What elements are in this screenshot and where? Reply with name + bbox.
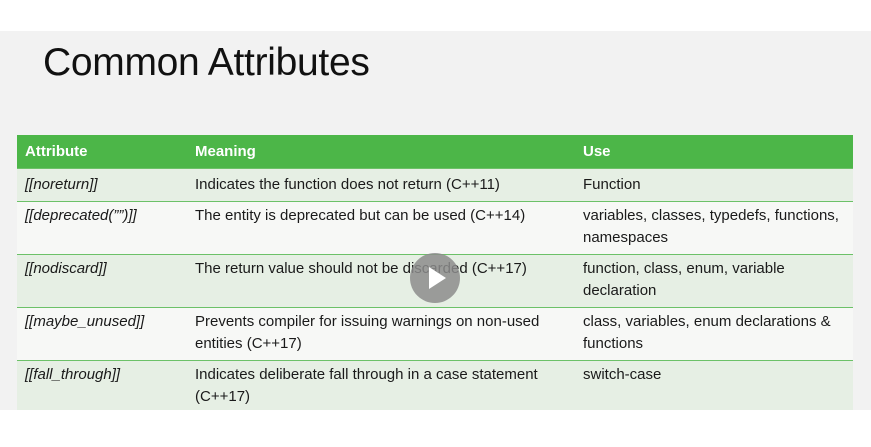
attribute-cell: [[nodiscard]] <box>17 253 187 307</box>
meaning-cell: Prevents compiler for issuing warnings o… <box>187 306 575 360</box>
table-header-row: Attribute Meaning Use <box>17 135 853 168</box>
table-row: [[deprecated(””)]] The entity is depreca… <box>17 200 853 254</box>
video-play-button[interactable] <box>410 253 460 303</box>
header-meaning: Meaning <box>187 135 575 168</box>
use-cell: switch-case <box>575 359 853 410</box>
meaning-cell: The entity is deprecated but can be used… <box>187 200 575 254</box>
meaning-cell: The return value should not be discarded… <box>187 253 575 307</box>
table-row: [[fall_through]] Indicates deliberate fa… <box>17 359 853 410</box>
use-cell: class, variables, enum declarations & fu… <box>575 306 853 360</box>
use-cell: function, class, enum, variable declarat… <box>575 253 853 307</box>
table-row: [[maybe_unused]] Prevents compiler for i… <box>17 306 853 360</box>
attribute-cell: [[fall_through]] <box>17 359 187 410</box>
use-cell: Function <box>575 167 853 201</box>
slide: Common Attributes Attribute Meaning Use … <box>0 31 871 410</box>
meaning-cell: Indicates deliberate fall through in a c… <box>187 359 575 410</box>
header-use: Use <box>575 135 853 168</box>
header-attribute: Attribute <box>17 135 187 168</box>
attribute-cell: [[deprecated(””)]] <box>17 200 187 254</box>
play-icon <box>429 267 446 289</box>
table-row: [[noreturn]] Indicates the function does… <box>17 167 853 201</box>
meaning-cell: Indicates the function does not return (… <box>187 167 575 201</box>
use-cell: variables, classes, typedefs, functions,… <box>575 200 853 254</box>
table-viewport: Attribute Meaning Use [[noreturn]] Indic… <box>0 31 871 410</box>
attribute-cell: [[maybe_unused]] <box>17 306 187 360</box>
attribute-cell: [[noreturn]] <box>17 167 187 201</box>
